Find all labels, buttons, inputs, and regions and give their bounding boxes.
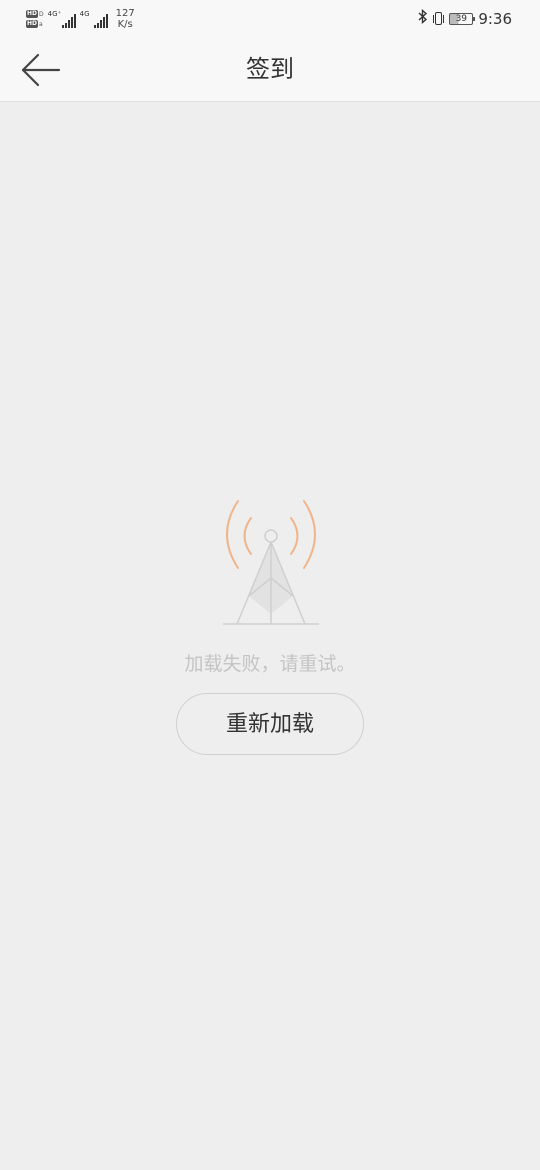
retry-button[interactable]: 重新加载 xyxy=(176,693,364,755)
battery-icon: 39 xyxy=(449,12,476,25)
signal-tower-icon xyxy=(223,500,319,625)
bluetooth-icon xyxy=(418,8,428,28)
vibrate-icon xyxy=(433,12,445,25)
error-message: 加载失败，请重试。 xyxy=(184,653,356,675)
network-type-2: 4G xyxy=(79,10,90,18)
network-speed: 127 K/s xyxy=(116,8,135,30)
page: HD D HD a 4G⁺ 4G 127 K/s 39 9:36 签到 加载失败… xyxy=(0,0,540,1170)
hd-badge-1: HD xyxy=(26,10,39,18)
cellular-signal-1-icon: 4G⁺ xyxy=(48,10,76,28)
hd-badge-2: HD xyxy=(26,20,39,28)
network-speed-unit: K/s xyxy=(117,19,133,30)
hd-indicators: HD D HD a xyxy=(26,10,44,28)
network-speed-value: 127 xyxy=(115,8,135,19)
clock: 9:36 xyxy=(478,9,512,28)
page-title: 签到 xyxy=(246,55,294,83)
status-bar-left: HD D HD a 4G⁺ 4G 127 K/s xyxy=(26,6,135,32)
cellular-signal-2-icon: 4G xyxy=(80,10,108,28)
network-type-1: 4G⁺ xyxy=(47,10,62,18)
app-header: 签到 xyxy=(0,36,540,102)
status-bar: HD D HD a 4G⁺ 4G 127 K/s 39 9:36 xyxy=(0,0,540,36)
status-bar-right: 39 9:36 xyxy=(418,8,512,28)
